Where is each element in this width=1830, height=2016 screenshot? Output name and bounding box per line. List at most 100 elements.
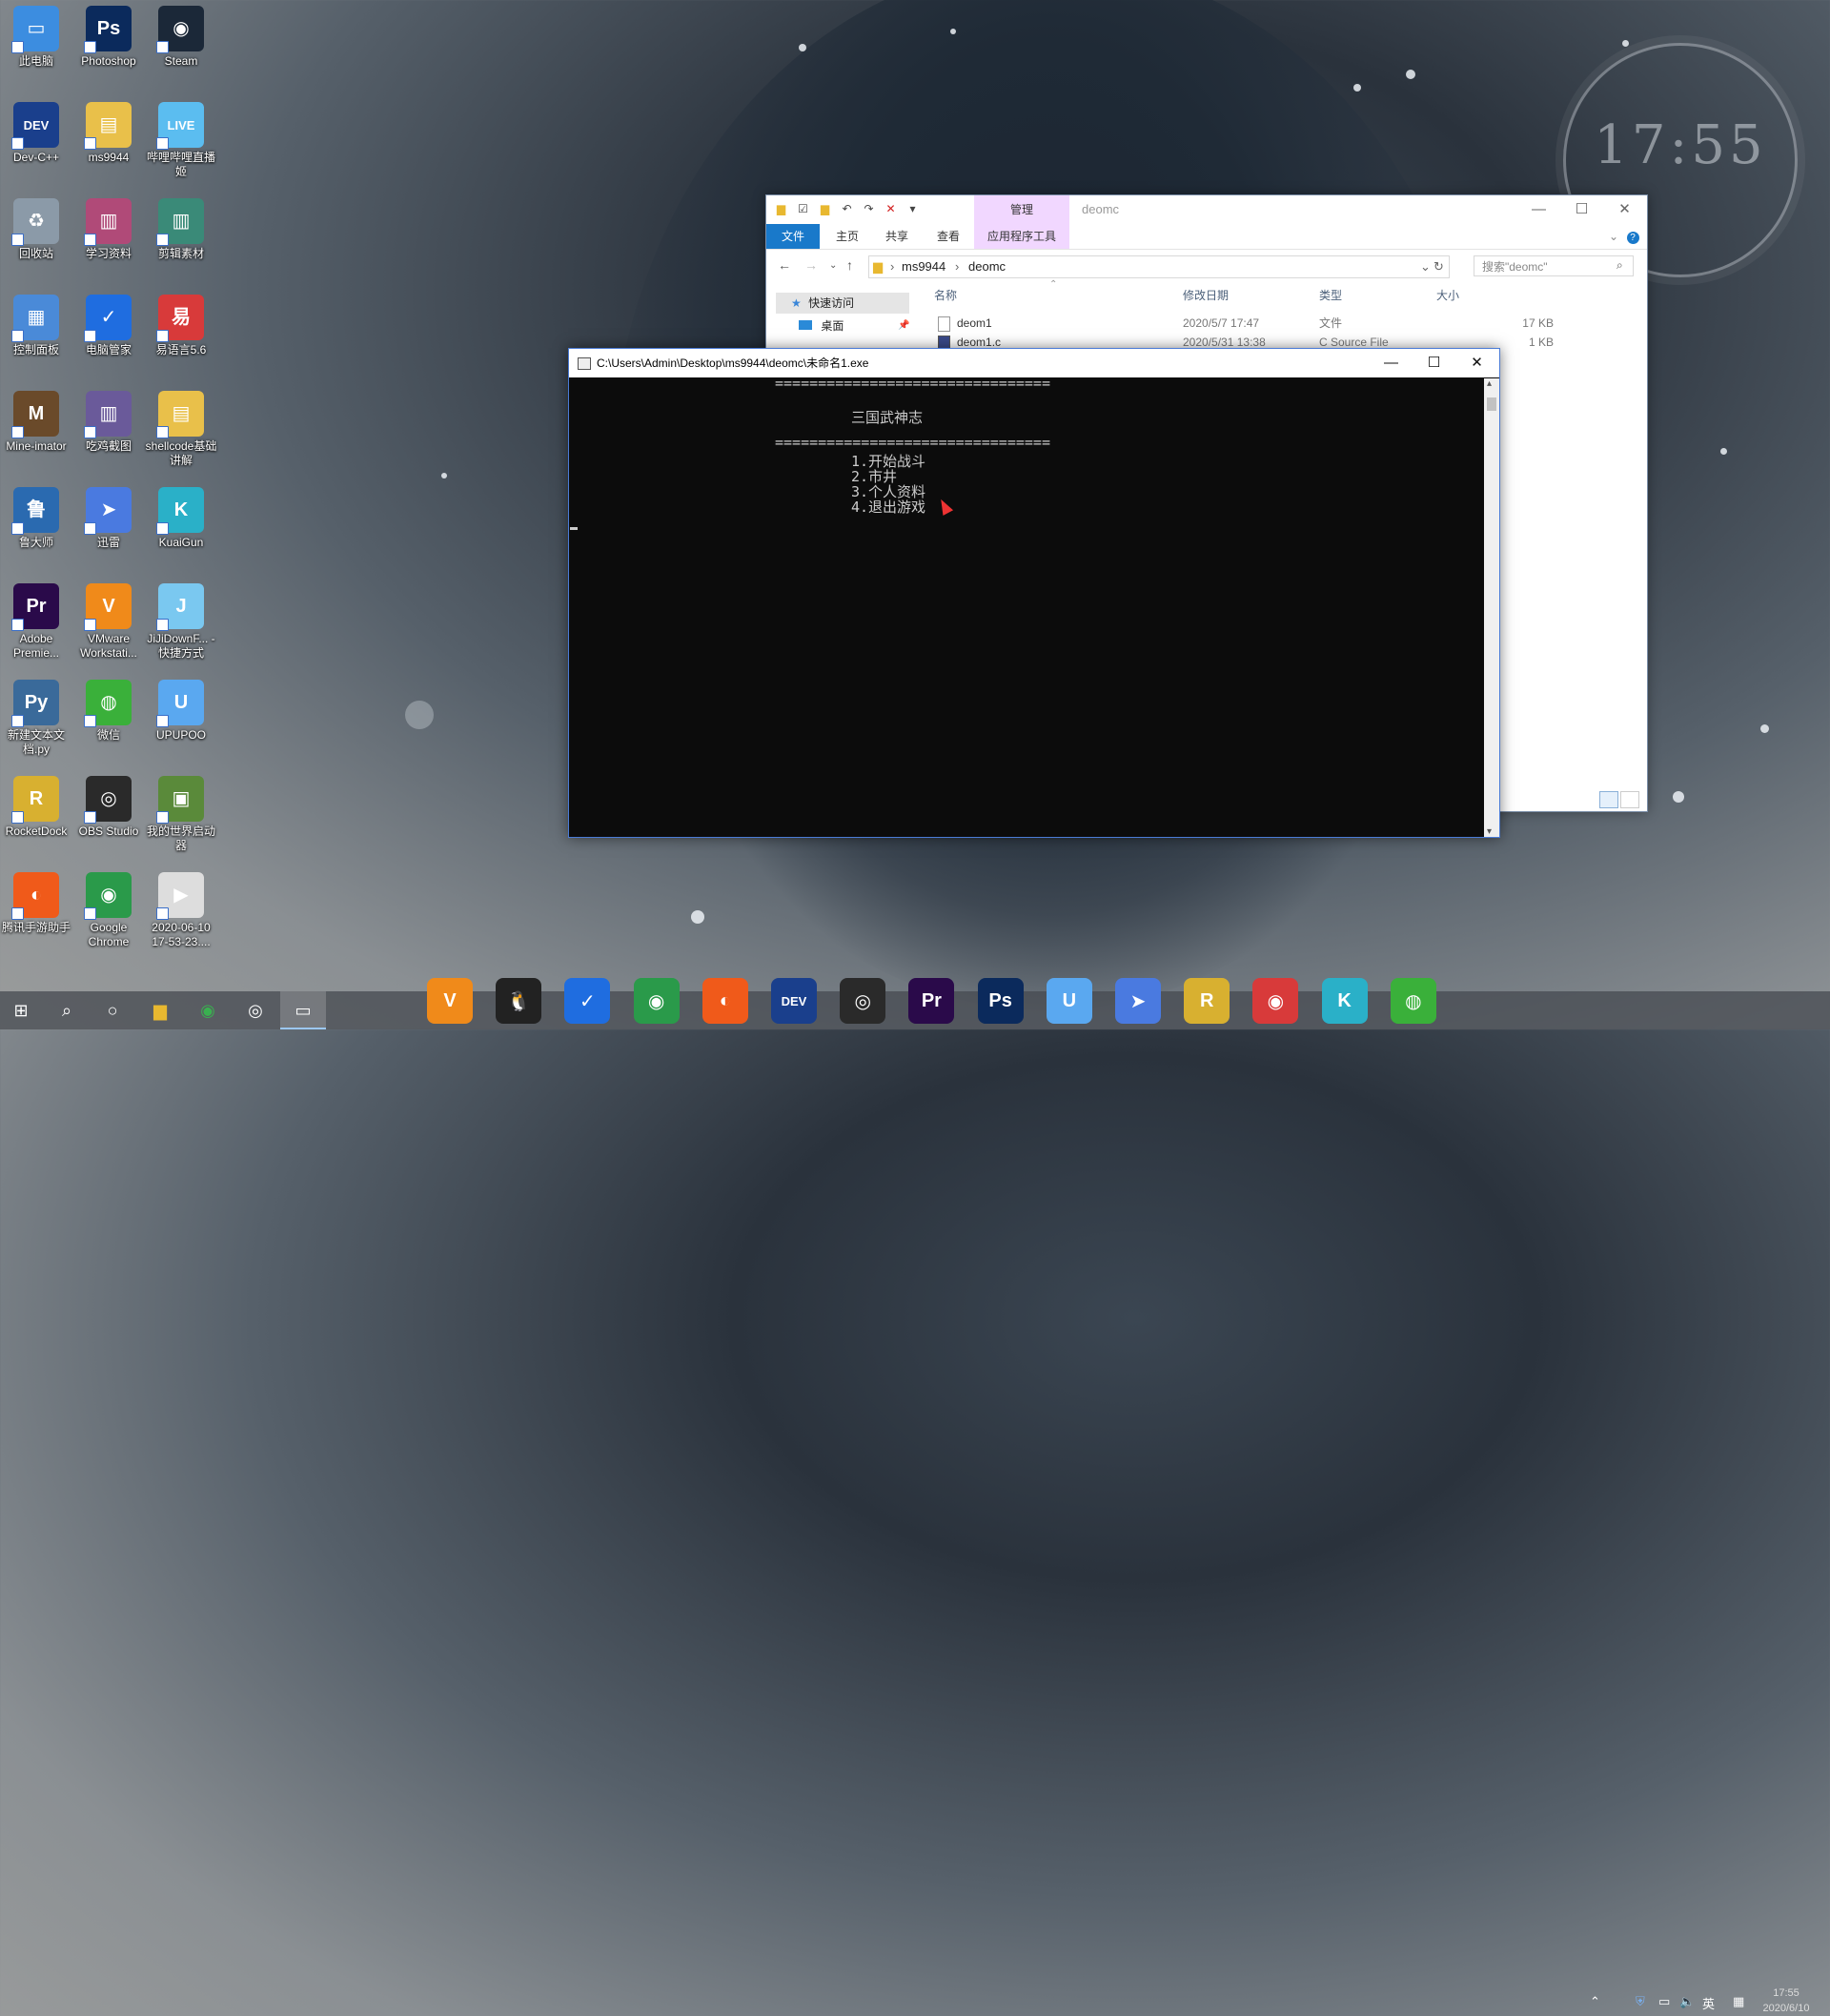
properties-icon[interactable]: ☑ [796, 202, 810, 216]
up-arrow-icon[interactable]: ↑ [846, 257, 853, 273]
minimize-button[interactable]: — [1517, 195, 1560, 224]
qq-taskbar-icon[interactable]: 🐧 [496, 978, 542, 1024]
desktop-icon[interactable]: U UPUPOO [145, 680, 217, 743]
delete-icon[interactable]: ✕ [884, 202, 898, 216]
desktop-icon[interactable]: ▥ 剪辑素材 [145, 198, 217, 261]
column-name[interactable]: 名称 [934, 287, 957, 303]
netease-music-taskbar-icon[interactable]: ◉ [1252, 978, 1299, 1024]
desktop-icon[interactable]: M Mine-imator [0, 391, 72, 454]
obs-taskbar-icon[interactable]: ◎ [840, 978, 886, 1024]
desktop-icon[interactable]: ▥ 学习资料 [72, 198, 145, 261]
explorer-titlebar[interactable]: ▆ ☑ ▆ ↶ ↷ ✕ ▾ 管理 deomc — ☐ ✕ [766, 195, 1647, 224]
desktop-icon[interactable]: Py 新建文本文档.py [0, 680, 72, 757]
refresh-icon[interactable]: ↻ [1434, 256, 1444, 277]
chrome-taskbar-icon[interactable]: ◉ [633, 978, 680, 1024]
close-button[interactable]: ✕ [1603, 195, 1646, 224]
desktop-icon[interactable]: 鲁鲁大师 [0, 487, 72, 550]
shield-icon[interactable]: ⛨ [1636, 1994, 1645, 2009]
desktop-icon[interactable]: DEV Dev-C++ [0, 102, 72, 165]
maximize-button[interactable]: ☐ [1560, 195, 1603, 224]
tab-app-tools[interactable]: 应用程序工具 [974, 224, 1069, 249]
new-folder-icon[interactable]: ▆ [818, 202, 832, 216]
breadcrumb-ms9944[interactable]: ms9944 [902, 256, 946, 277]
desktop-icon[interactable]: ◐ 腾讯手游助手 [0, 872, 72, 935]
file-explorer-taskbar-icon[interactable]: ▆ [139, 991, 181, 1029]
search-input[interactable]: 搜索"deomc" [1474, 255, 1634, 276]
desktop-icon[interactable]: ◉ Steam [145, 6, 217, 69]
file-row[interactable]: deom1 2020/5/7 17:47 文件 17 KB [934, 314, 1639, 333]
manage-tab[interactable]: 管理 [974, 195, 1069, 224]
game-helper-taskbar-icon[interactable]: ◐ [702, 978, 748, 1024]
desktop-icon[interactable]: ◉ Google Chrome [72, 872, 145, 949]
pc-manager-taskbar-icon[interactable]: ✓ [564, 978, 611, 1024]
obs-taskbar-icon[interactable]: ◎ [234, 991, 276, 1029]
desktop-icon[interactable]: ▤ ms9944 [72, 102, 145, 165]
input-language[interactable]: 英 [1702, 1994, 1715, 2012]
maximize-button[interactable]: ☐ [1413, 349, 1455, 377]
chrome-taskbar-icon[interactable]: ◉ [187, 991, 229, 1029]
breadcrumb-deomc[interactable]: deomc [968, 256, 1006, 277]
ribbon-expand-icon[interactable]: ⌄ [1605, 224, 1622, 249]
column-type[interactable]: 类型 [1319, 287, 1342, 303]
desktop-icon[interactable]: ◍ 微信 [72, 680, 145, 743]
vmware-taskbar-icon[interactable]: V [427, 978, 473, 1024]
ime-icon[interactable]: ▦ [1733, 1994, 1744, 2009]
desktop-icon[interactable]: ✓ 电脑管家 [72, 295, 145, 357]
desktop-icon[interactable]: ▣ 我的世界启动器 [145, 776, 217, 853]
desktop-icon[interactable]: ➤ 迅雷 [72, 487, 145, 550]
show-hidden-icons-icon[interactable]: ⌃ [1590, 1994, 1600, 2009]
task-view-icon[interactable]: ○ [92, 991, 133, 1029]
volume-icon[interactable]: 🔈 [1679, 1994, 1695, 2009]
close-button[interactable]: ✕ [1455, 349, 1498, 377]
scrollbar-thumb[interactable] [1487, 397, 1496, 411]
desktop-icon[interactable]: ♻ 回收站 [0, 198, 72, 261]
rocketdock-taskbar-icon[interactable]: R [1184, 978, 1230, 1024]
premiere-taskbar-icon[interactable]: Pr [908, 978, 955, 1024]
nav-quick-access[interactable]: ★ 快速访问 [776, 293, 909, 314]
xunlei-taskbar-icon[interactable]: ➤ [1115, 978, 1161, 1024]
nav-desktop[interactable]: 桌面 📌 [776, 316, 909, 336]
address-dropdown-icon[interactable]: ⌄ [1420, 256, 1431, 277]
console-titlebar[interactable]: C:\Users\Admin\Desktop\ms9944\deomc\未命名1… [569, 349, 1499, 377]
pin-icon[interactable]: 📌 [898, 316, 909, 336]
photoshop-taskbar-icon[interactable]: Ps [977, 978, 1024, 1024]
desktop-icon[interactable]: ▦ 控制面板 [0, 295, 72, 357]
desktop-icon[interactable]: R RocketDock [0, 776, 72, 839]
desktop-icon[interactable]: LIVE 哔哩哔哩直播姬 [145, 102, 217, 179]
scroll-up-icon[interactable]: ▴ [1487, 378, 1492, 389]
undo-icon[interactable]: ↶ [840, 202, 854, 216]
console-scrollbar[interactable]: ▴ ▾ [1484, 378, 1499, 837]
desktop-icon[interactable]: V VMware Workstati... [72, 583, 145, 661]
scroll-down-icon[interactable]: ▾ [1487, 826, 1492, 837]
console-window[interactable]: C:\Users\Admin\Desktop\ms9944\deomc\未命名1… [568, 348, 1500, 838]
console-output[interactable]: ================================ 三国武神志 =… [569, 375, 1484, 837]
desktop-icon[interactable]: J JiJiDownF... - 快捷方式 [145, 583, 217, 661]
desktop-icon[interactable]: ▶ 2020-06-10 17-53-23.... [145, 872, 217, 949]
address-box[interactable]: ▆ › ms9944 › deomc ⌄ ↻ [868, 255, 1450, 278]
desktop-icon[interactable]: ▥ 吃鸡截图 [72, 391, 145, 454]
tab-home[interactable]: 主页 [824, 224, 871, 249]
desktop-icon[interactable]: K KuaiGun [145, 487, 217, 550]
desktop-icon[interactable]: 易易语言5.6 [145, 295, 217, 357]
desktop-icon[interactable]: ▭ 此电脑 [0, 6, 72, 69]
devcpp-taskbar-icon[interactable]: DEV [771, 978, 817, 1024]
network-icon[interactable]: ▭ [1658, 1994, 1670, 2009]
help-icon[interactable]: ? [1624, 224, 1641, 249]
desktop-icon[interactable]: Ps Photoshop [72, 6, 145, 69]
console-taskbar-icon[interactable]: ▭ [280, 991, 326, 1029]
forward-arrow-icon[interactable]: → [804, 257, 818, 273]
column-date[interactable]: 修改日期 [1183, 287, 1229, 303]
details-view-icon[interactable] [1599, 791, 1618, 808]
tab-share[interactable]: 共享 [873, 224, 921, 249]
customize-dropdown-icon[interactable]: ▾ [905, 202, 920, 216]
upupoo-taskbar-icon[interactable]: U [1046, 978, 1092, 1024]
wechat-taskbar-icon[interactable]: ◍ [1390, 978, 1436, 1024]
recent-dropdown-icon[interactable]: ⌄ [829, 260, 837, 271]
start-button[interactable]: ⊞ [0, 991, 42, 1029]
kuaigun-taskbar-icon[interactable]: K [1321, 978, 1368, 1024]
redo-icon[interactable]: ↷ [862, 202, 876, 216]
desktop-icon[interactable]: ◎ OBS Studio [72, 776, 145, 839]
taskbar-clock[interactable]: 17:55 2020/6/10 [1746, 1985, 1826, 2016]
back-arrow-icon[interactable]: ← [778, 257, 791, 273]
large-icons-view-icon[interactable] [1620, 791, 1639, 808]
